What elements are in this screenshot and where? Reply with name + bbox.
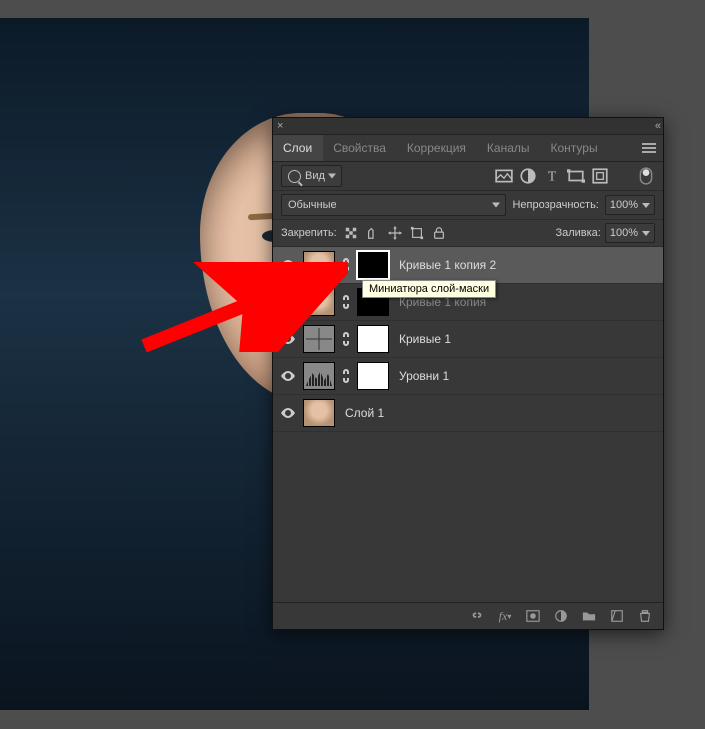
filter-type-icon[interactable]: T [543,167,561,185]
tooltip: Миниатюра слой-маски [362,280,496,298]
filter-shape-icon[interactable] [567,167,585,185]
layer-list: Кривые 1 копия 2 Кривые 1 копия Кривые 1 [273,247,663,602]
fill-value: 100% [610,227,638,239]
layer-thumbnail[interactable] [303,288,335,316]
tab-layers[interactable]: Слои [273,135,323,161]
mask-link-icon[interactable] [341,257,351,273]
layer-name[interactable]: Уровни 1 [399,369,449,383]
blend-row: Обычные Непрозрачность: 100% [273,191,663,220]
chevron-down-icon [642,231,650,236]
fill-label: Заливка: [555,227,600,239]
mask-link-icon[interactable] [341,331,351,347]
filter-toggle[interactable] [637,167,655,185]
blend-mode-select[interactable]: Обычные [281,194,506,216]
new-layer-button[interactable] [609,608,625,624]
adjustment-thumbnail[interactable] [303,362,335,390]
layer-thumbnail[interactable] [303,251,335,279]
opacity-field[interactable]: 100% [605,195,655,215]
layer-mask-thumbnail[interactable] [357,251,389,279]
mask-link-icon[interactable] [341,368,351,384]
tab-paths[interactable]: Контуры [541,135,609,161]
new-adjustment-button[interactable] [553,608,569,624]
layer-thumbnail[interactable] [303,399,335,427]
layer-row[interactable]: Слой 1 [273,395,663,432]
adjustment-thumbnail[interactable] [303,325,335,353]
new-group-button[interactable] [581,608,597,624]
filter-adjustment-icon[interactable] [519,167,537,185]
layer-row[interactable]: Кривые 1 [273,321,663,358]
tab-adjustments[interactable]: Коррекция [397,135,477,161]
lock-artboard-icon[interactable] [409,225,425,241]
chevron-down-icon [642,203,650,208]
layers-panel-footer: fx▾ [273,602,663,629]
mask-link-icon[interactable] [341,294,351,310]
delete-layer-button[interactable] [637,608,653,624]
layer-name[interactable]: Слой 1 [345,406,384,420]
filter-smartobject-icon[interactable] [591,167,609,185]
tab-properties[interactable]: Свойства [323,135,397,161]
tab-channels[interactable]: Каналы [477,135,541,161]
layer-row[interactable]: Кривые 1 копия 2 [273,247,663,284]
layer-name[interactable]: Кривые 1 копия 2 [399,258,496,272]
lock-row: Закрепить: Заливка: 100% [273,220,663,247]
panel-tabs: Слои Свойства Коррекция Каналы Контуры [273,135,663,162]
add-mask-button[interactable] [525,608,541,624]
lock-transparency-icon[interactable] [343,225,359,241]
lock-position-icon[interactable] [387,225,403,241]
layer-filter-kind[interactable]: Вид [281,165,342,187]
layer-filter-kind-label: Вид [305,170,325,182]
layer-filter-row: Вид T [273,162,663,191]
hamburger-icon [642,143,656,153]
layer-row[interactable]: Уровни 1 [273,358,663,395]
blend-mode-value: Обычные [288,199,337,211]
layer-style-button[interactable]: fx▾ [497,608,513,624]
layer-mask-thumbnail[interactable] [357,325,389,353]
visibility-toggle[interactable] [279,330,297,348]
lock-all-icon[interactable] [431,225,447,241]
visibility-toggle[interactable] [279,404,297,422]
link-layers-button[interactable] [469,608,485,624]
collapse-icon[interactable]: « [655,120,659,132]
opacity-label: Непрозрачность: [512,199,598,211]
panel-titlebar[interactable]: × « [273,118,663,135]
lock-image-icon[interactable] [365,225,381,241]
layer-mask-thumbnail[interactable] [357,362,389,390]
svg-text:T: T [548,169,557,184]
visibility-toggle[interactable] [279,367,297,385]
opacity-value: 100% [610,199,638,211]
search-icon [288,170,301,183]
lock-label: Закрепить: [281,227,337,239]
layers-panel: × « Слои Свойства Коррекция Каналы Конту… [272,117,664,630]
fill-field[interactable]: 100% [605,223,655,243]
panel-menu-button[interactable] [635,135,663,161]
layer-name[interactable]: Кривые 1 [399,332,451,346]
close-icon[interactable]: × [277,120,283,132]
filter-pixel-icon[interactable] [495,167,513,185]
visibility-toggle[interactable] [279,293,297,311]
visibility-toggle[interactable] [279,256,297,274]
